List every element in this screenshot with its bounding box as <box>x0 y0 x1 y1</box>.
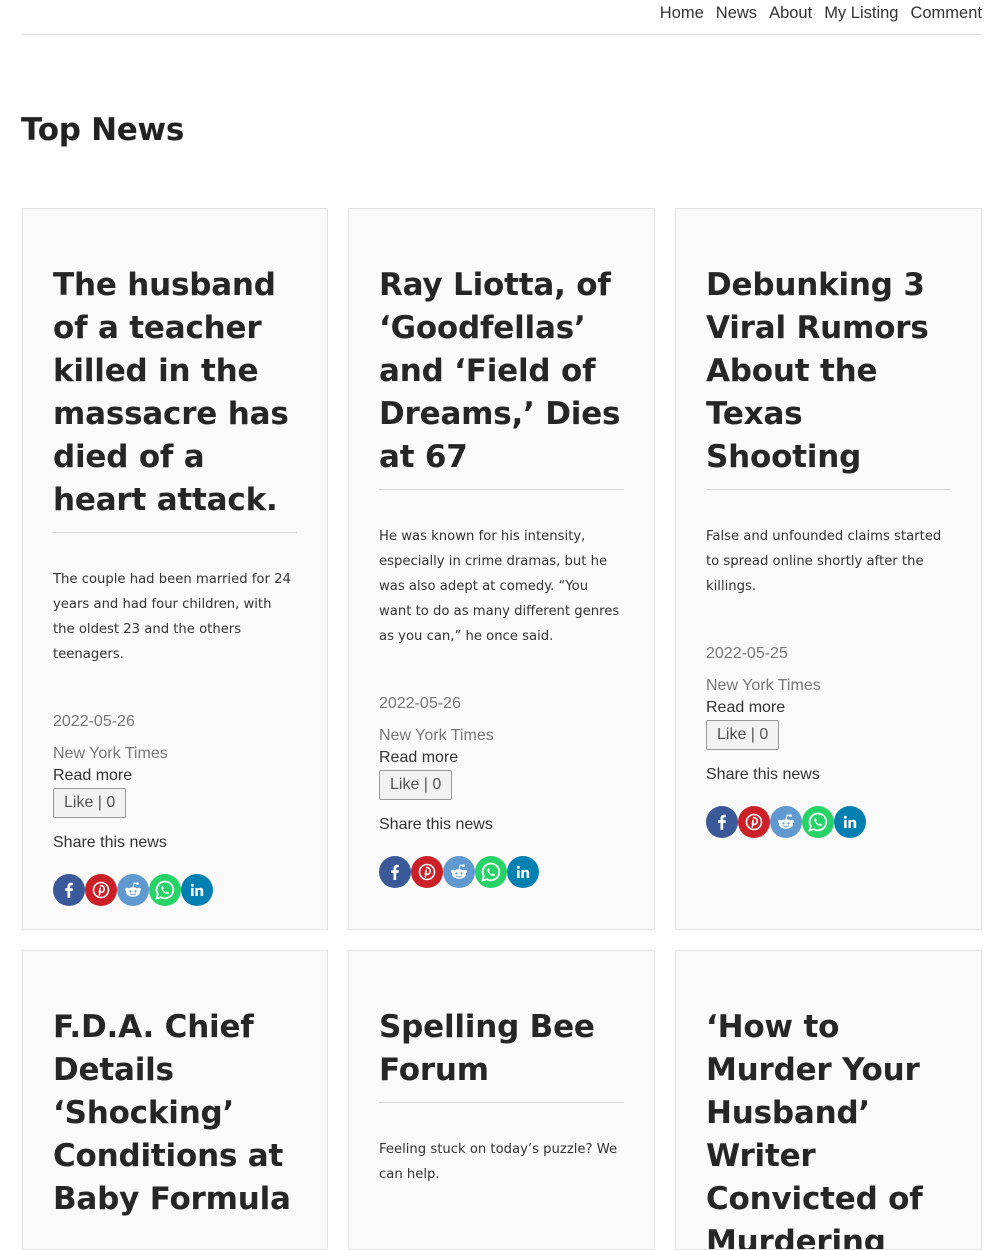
whatsapp-icon[interactable] <box>475 856 507 888</box>
share-icons <box>53 874 297 906</box>
pinterest-icon[interactable] <box>85 874 117 906</box>
top-nav: Home News About My Listing Comment <box>22 0 982 35</box>
news-title: Spelling Bee Forum <box>379 1006 624 1103</box>
read-more-link[interactable]: Read more <box>706 697 951 719</box>
news-source: New York Times <box>53 745 168 762</box>
news-source: New York Times <box>379 727 494 744</box>
news-title: Debunking 3 Viral Rumors About the Texas… <box>706 264 951 490</box>
linkedin-icon[interactable] <box>507 856 539 888</box>
reddit-icon[interactable] <box>770 806 802 838</box>
read-more-link[interactable]: Read more <box>379 747 624 769</box>
news-title: F.D.A. Chief Details ‘Shocking’ Conditio… <box>53 1009 291 1217</box>
news-title: The husband of a teacher killed in the m… <box>53 264 297 533</box>
linkedin-icon[interactable] <box>834 806 866 838</box>
nav-about[interactable]: About <box>769 0 812 26</box>
nav-news[interactable]: News <box>716 0 757 26</box>
pinterest-icon[interactable] <box>738 806 770 838</box>
news-date: 2022-05-26 <box>53 713 135 730</box>
news-date: 2022-05-25 <box>706 645 788 662</box>
news-card: F.D.A. Chief Details ‘Shocking’ Conditio… <box>22 950 328 1250</box>
page-title: Top News <box>21 112 184 148</box>
reddit-icon[interactable] <box>443 856 475 888</box>
news-source: New York Times <box>706 677 821 694</box>
share-label: Share this news <box>706 766 820 783</box>
news-card: The husband of a teacher killed in the m… <box>22 208 328 930</box>
like-button[interactable]: Like | 0 <box>706 720 780 750</box>
reddit-icon[interactable] <box>117 874 149 906</box>
like-button[interactable]: Like | 0 <box>379 770 453 800</box>
whatsapp-icon[interactable] <box>802 806 834 838</box>
news-description: False and unfounded claims started to sp… <box>706 529 942 594</box>
nav-my-listing[interactable]: My Listing <box>824 0 898 26</box>
news-title: Ray Liotta, of ‘Goodfellas’ and ‘Field o… <box>379 264 624 490</box>
pinterest-icon[interactable] <box>411 856 443 888</box>
share-label: Share this news <box>53 834 167 851</box>
news-description: The couple had been married for 24 years… <box>53 572 291 662</box>
news-date: 2022-05-26 <box>379 695 461 712</box>
nav-comment[interactable]: Comment <box>910 0 982 26</box>
whatsapp-icon[interactable] <box>149 874 181 906</box>
like-button[interactable]: Like | 0 <box>53 788 127 818</box>
news-card: Ray Liotta, of ‘Goodfellas’ and ‘Field o… <box>348 208 655 930</box>
news-card: ‘How to Murder Your Husband’ Writer Conv… <box>675 950 982 1250</box>
share-icons <box>706 806 951 838</box>
news-description: Feeling stuck on today’s puzzle? We can … <box>379 1142 618 1182</box>
news-card: Spelling Bee Forum Feeling stuck on toda… <box>348 950 655 1250</box>
facebook-icon[interactable] <box>53 874 85 906</box>
linkedin-icon[interactable] <box>181 874 213 906</box>
share-label: Share this news <box>379 816 493 833</box>
facebook-icon[interactable] <box>379 856 411 888</box>
news-title: ‘How to Murder Your Husband’ Writer Conv… <box>706 1009 923 1250</box>
facebook-icon[interactable] <box>706 806 738 838</box>
read-more-link[interactable]: Read more <box>53 765 297 787</box>
share-icons <box>379 856 624 888</box>
nav-home[interactable]: Home <box>660 0 704 26</box>
news-description: He was known for his intensity, especial… <box>379 529 620 644</box>
news-card: Debunking 3 Viral Rumors About the Texas… <box>675 208 982 930</box>
